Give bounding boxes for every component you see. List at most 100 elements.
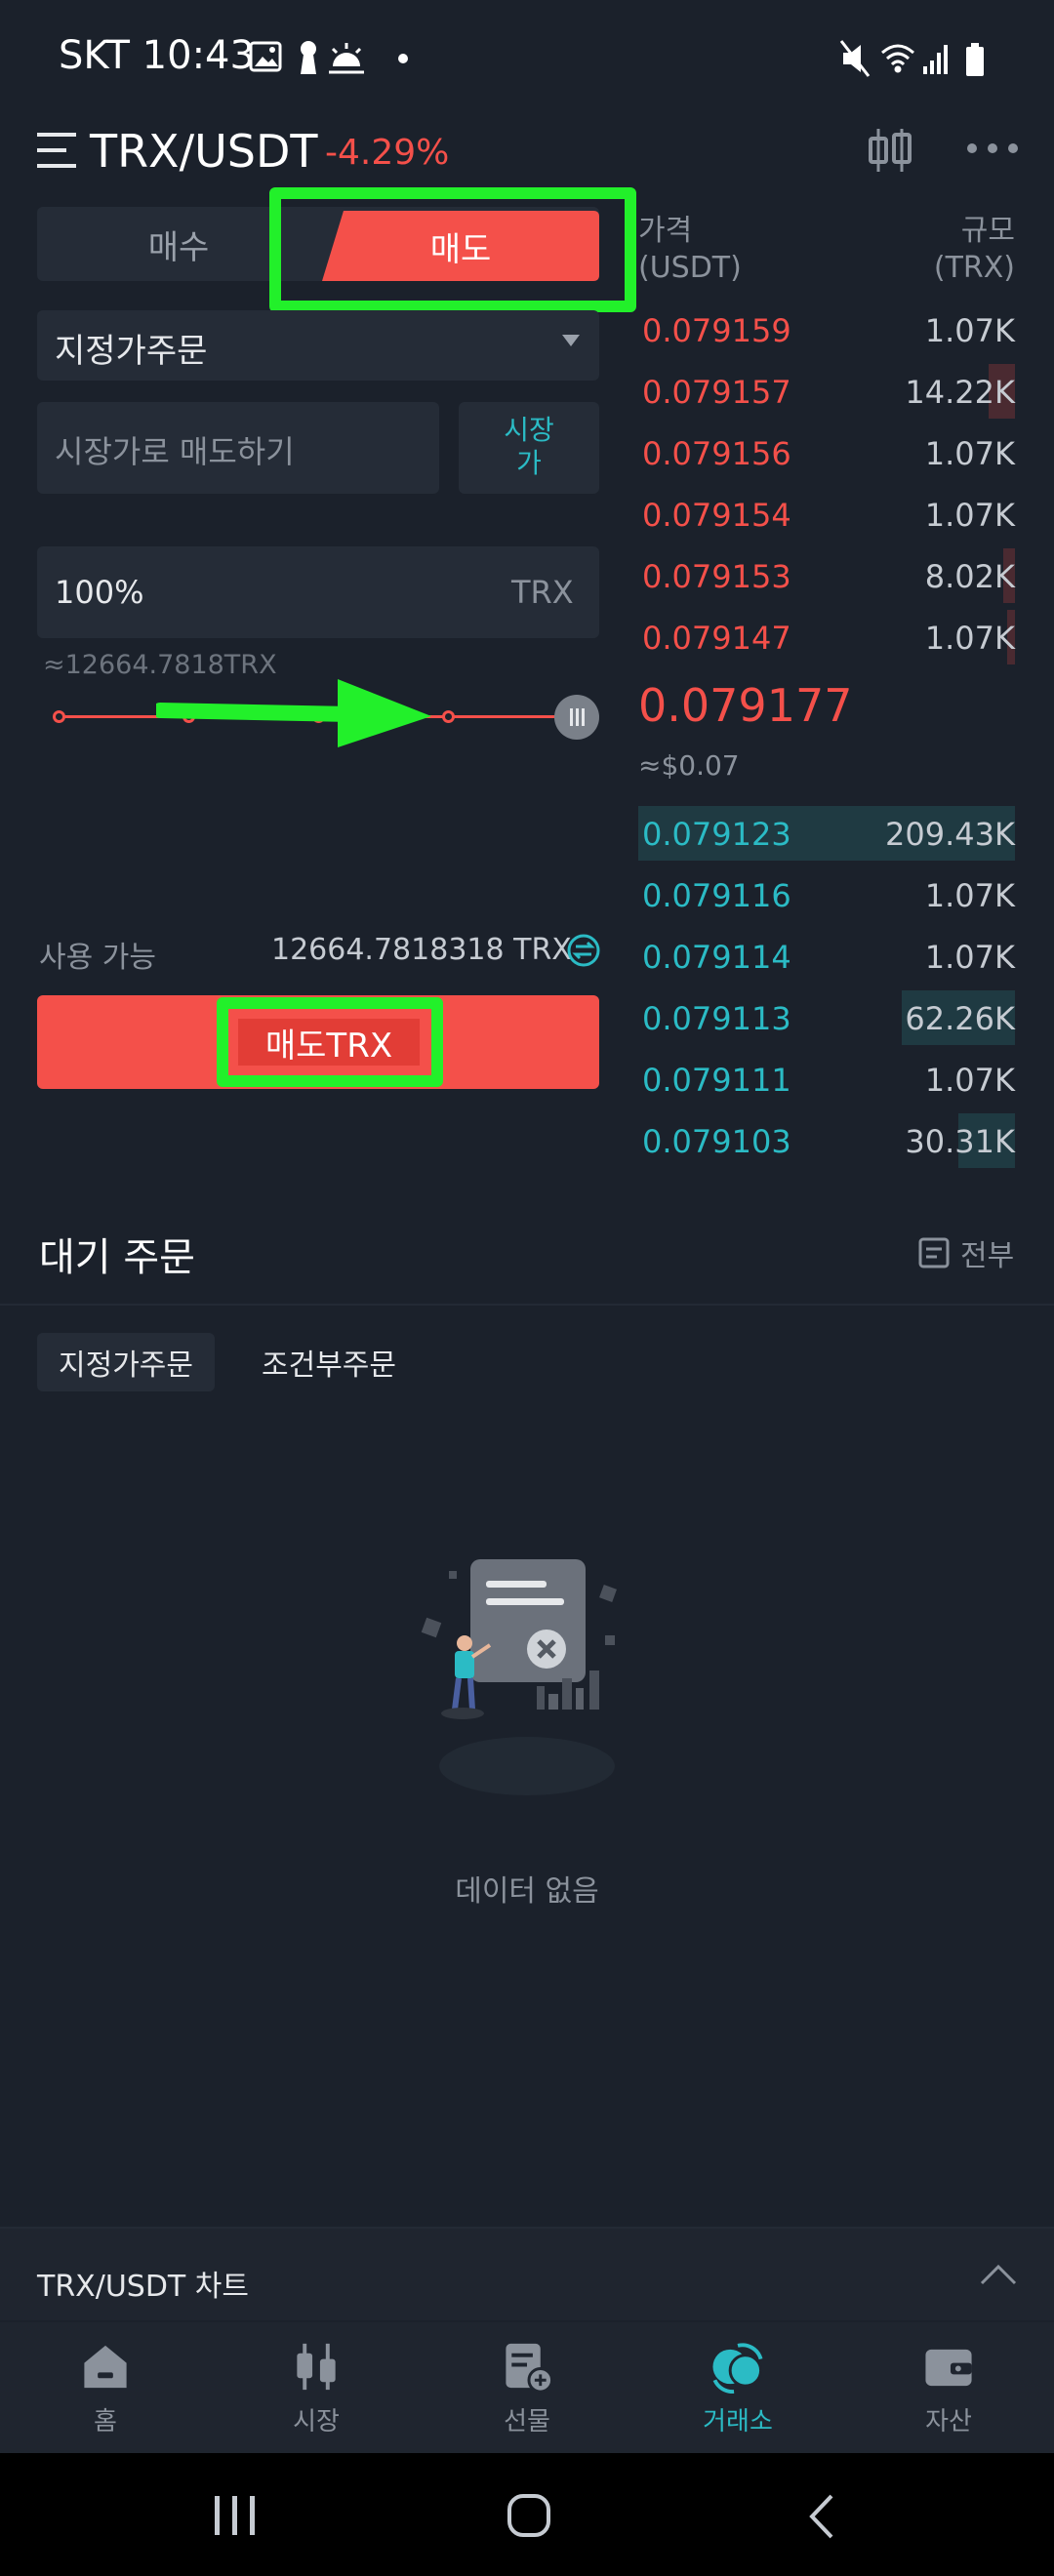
market-icon xyxy=(297,2343,336,2391)
slider-handle[interactable] xyxy=(554,695,599,740)
slider-step-0[interactable] xyxy=(53,710,65,723)
transfer-icon[interactable] xyxy=(566,933,601,968)
ask-price: 0.079154 xyxy=(642,497,791,534)
bid-row[interactable]: 0.079114 1.07K xyxy=(638,929,1015,984)
more-icon[interactable] xyxy=(966,142,1019,154)
mute-icon xyxy=(839,40,871,77)
menu-icon[interactable] xyxy=(37,131,78,170)
nav-label: 자산 xyxy=(925,2407,972,2436)
nav-label: 선물 xyxy=(504,2407,550,2436)
ask-row[interactable]: 0.079154 1.07K xyxy=(638,487,1015,542)
bid-size: 1.07K xyxy=(924,1062,1015,1099)
ask-row[interactable]: 0.079159 1.07K xyxy=(638,302,1015,357)
status-right-icons xyxy=(839,37,995,80)
bid-row[interactable]: 0.079103 30.31K xyxy=(638,1113,1015,1168)
ask-price: 0.079159 xyxy=(642,312,791,349)
bid-row[interactable]: 0.079113 62.26K xyxy=(638,990,1015,1045)
empty-state-text: 데이터 없음 xyxy=(455,1874,599,1909)
nav-market[interactable]: 시장 xyxy=(211,2340,422,2437)
ask-row[interactable]: 0.079156 1.07K xyxy=(638,425,1015,480)
status-left-icons xyxy=(249,37,444,80)
nav-home[interactable]: 홈 xyxy=(0,2340,211,2437)
section-divider xyxy=(0,1304,1054,1306)
ask-price: 0.079157 xyxy=(642,374,791,411)
recent-apps-icon[interactable] xyxy=(211,2494,260,2537)
highlight-box-sell-button xyxy=(217,997,443,1087)
bid-size: 209.43K xyxy=(885,816,1015,853)
order-type-label: 지정가주문 xyxy=(55,332,208,371)
bid-price: 0.079103 xyxy=(642,1123,791,1160)
all-orders-link[interactable]: 전부 xyxy=(917,1231,1014,1274)
nav-futures[interactable]: 선물 xyxy=(422,2340,632,2437)
wifi-icon xyxy=(881,44,914,73)
ask-row[interactable]: 0.079157 14.22K xyxy=(638,364,1015,419)
nav-label: 홈 xyxy=(94,2407,117,2436)
chevron-up-icon[interactable] xyxy=(980,2264,1017,2285)
dot-icon xyxy=(398,54,408,63)
empty-state-illustration xyxy=(421,1559,617,1795)
nav-assets[interactable]: 자산 xyxy=(843,2340,1054,2437)
pending-orders-title: 대기 주문 xyxy=(39,1235,195,1280)
home-button-icon[interactable] xyxy=(506,2492,552,2539)
keyhole-icon xyxy=(301,41,316,74)
nav-exchange[interactable]: 거래소 xyxy=(632,2340,843,2437)
price-change: -4.29% xyxy=(325,133,450,173)
quantity-unit: TRX xyxy=(511,574,574,611)
bid-row[interactable]: 0.079116 1.07K xyxy=(638,867,1015,922)
tab-limit-orders[interactable]: 지정가주문 xyxy=(37,1333,215,1391)
bid-price: 0.079116 xyxy=(642,877,791,914)
green-arrow-annotation xyxy=(156,679,431,747)
status-carrier-time: SKT 10:43 xyxy=(59,33,255,78)
nav-label: 시장 xyxy=(293,2407,340,2436)
caret-down-icon xyxy=(562,335,580,346)
pair-title[interactable]: TRX/USDT xyxy=(90,125,317,178)
signal-icon xyxy=(923,45,948,74)
bid-price: 0.079114 xyxy=(642,939,791,976)
ask-price: 0.079156 xyxy=(642,435,791,472)
chart-bar-label: TRX/USDT 차트 xyxy=(37,2270,249,2304)
bid-row[interactable]: 0.079123 209.43K xyxy=(638,806,1015,861)
gallery-icon xyxy=(249,41,282,72)
bid-size: 62.26K xyxy=(905,1000,1015,1037)
wallet-icon xyxy=(925,2349,972,2387)
ask-size: 8.02K xyxy=(924,558,1015,595)
ask-row[interactable]: 0.079153 8.02K xyxy=(638,548,1015,603)
bid-price: 0.079123 xyxy=(642,816,791,853)
ask-size: 14.22K xyxy=(905,374,1015,411)
ask-size: 1.07K xyxy=(924,435,1015,472)
bid-size: 1.07K xyxy=(924,877,1015,914)
last-price: 0.079177 xyxy=(638,679,853,732)
home-icon xyxy=(84,2345,127,2389)
all-orders-label: 전부 xyxy=(960,1239,1015,1273)
highlight-box-sell-tab xyxy=(269,187,636,312)
ask-price: 0.079153 xyxy=(642,558,791,595)
orderbook-size-header: 규모 (TRX) xyxy=(933,214,1015,285)
ask-size: 1.07K xyxy=(924,497,1015,534)
document-icon xyxy=(918,1237,950,1268)
battery-icon xyxy=(966,43,984,76)
slider-step-75[interactable] xyxy=(442,710,455,723)
orderbook-price-header: 가격 (USDT) xyxy=(638,214,742,285)
ask-row[interactable]: 0.079147 1.07K xyxy=(638,610,1015,664)
weather-icon xyxy=(329,43,364,74)
back-icon[interactable] xyxy=(806,2494,835,2539)
ask-price: 0.079147 xyxy=(642,620,791,657)
futures-icon xyxy=(506,2343,554,2394)
bid-size: 30.31K xyxy=(905,1123,1015,1160)
quantity-value: 100% xyxy=(55,574,144,611)
bid-size: 1.07K xyxy=(924,939,1015,976)
candlestick-icon[interactable] xyxy=(867,125,913,176)
ask-size: 1.07K xyxy=(924,312,1015,349)
exchange-icon xyxy=(712,2343,763,2394)
market-price-button-label: 시장가 xyxy=(504,414,554,479)
last-price-usd: ≈$0.07 xyxy=(638,749,740,782)
tab-conditional-orders[interactable]: 조건부주문 xyxy=(262,1333,408,1391)
nav-label: 거래소 xyxy=(703,2407,773,2436)
bid-row[interactable]: 0.079111 1.07K xyxy=(638,1052,1015,1107)
available-label: 사용 가능 xyxy=(39,941,156,975)
bid-price: 0.079111 xyxy=(642,1062,791,1099)
price-input-placeholder: 시장가로 매도하기 xyxy=(55,433,295,470)
ask-size: 1.07K xyxy=(924,620,1015,657)
available-value: 12664.7818318 TRX xyxy=(271,933,572,967)
bid-price: 0.079113 xyxy=(642,1000,791,1037)
